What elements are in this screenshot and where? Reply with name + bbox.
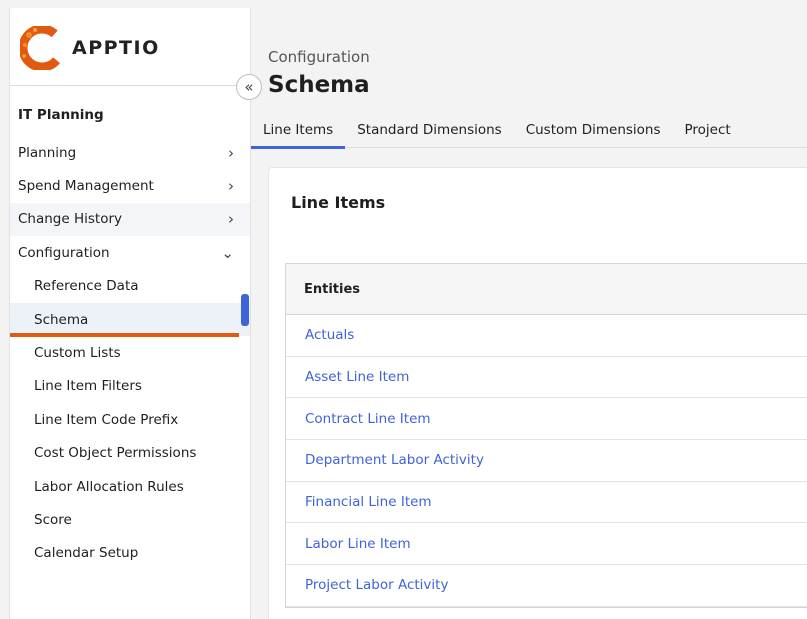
- table-row-labor-line-item[interactable]: Labor Line Item: [286, 523, 807, 566]
- sidebar-subitem-calendar-setup[interactable]: Calendar Setup: [10, 537, 250, 570]
- sidebar-item-label: Spend Management: [18, 178, 154, 195]
- collapse-sidebar-button[interactable]: «: [236, 74, 262, 100]
- logo-divider: [10, 85, 250, 86]
- section-title: IT Planning: [18, 107, 104, 123]
- active-item-indicator: [241, 294, 249, 326]
- sidebar-subitem-line-item-code-prefix[interactable]: Line Item Code Prefix: [10, 403, 250, 436]
- chevron-down-icon: ⌄: [221, 243, 234, 262]
- sidebar-subitem-label: Calendar Setup: [34, 545, 139, 562]
- sidebar-nav: Planning › Spend Management › Change His…: [10, 136, 250, 570]
- card-title: Line Items: [291, 193, 386, 212]
- tab-project[interactable]: Project: [673, 118, 743, 148]
- sidebar-subitem-line-item-filters[interactable]: Line Item Filters: [10, 370, 250, 403]
- line-items-card: Line Items Entities Actuals Asset Line I…: [268, 167, 807, 619]
- brand-name: APPTIO: [72, 37, 160, 59]
- apptio-logo[interactable]: APPTIO: [20, 26, 160, 70]
- sidebar-subitem-score[interactable]: Score: [10, 503, 250, 536]
- table-header-entities[interactable]: Entities: [286, 264, 807, 315]
- table-row-project-labor-activity[interactable]: Project Labor Activity: [286, 565, 807, 607]
- sidebar-item-label: Configuration: [18, 244, 110, 261]
- sidebar-subitem-label: Cost Object Permissions: [34, 445, 197, 462]
- page-title: Schema: [268, 72, 370, 98]
- breadcrumb[interactable]: Configuration: [268, 48, 370, 66]
- sidebar-item-planning[interactable]: Planning ›: [10, 136, 250, 169]
- entities-table: Entities Actuals Asset Line Item Contrac…: [285, 263, 807, 608]
- sidebar-subitem-label: Reference Data: [34, 278, 139, 295]
- apptio-logo-icon: [20, 26, 66, 70]
- table-row-financial-line-item[interactable]: Financial Line Item: [286, 482, 807, 524]
- sidebar-item-label: Change History: [18, 211, 123, 228]
- sidebar-item-change-history[interactable]: Change History ›: [10, 202, 250, 237]
- tab-custom-dimensions[interactable]: Custom Dimensions: [514, 118, 673, 148]
- table-row-contract-line-item[interactable]: Contract Line Item: [286, 398, 807, 441]
- sidebar: APPTIO IT Planning Planning › Spend Mana…: [9, 8, 251, 619]
- sidebar-subitem-custom-lists[interactable]: Custom Lists: [10, 336, 250, 369]
- sidebar-subitem-schema[interactable]: Schema: [10, 302, 250, 338]
- sidebar-subitem-label: Line Item Filters: [34, 378, 142, 395]
- sidebar-subitem-cost-object-permissions[interactable]: Cost Object Permissions: [10, 437, 250, 470]
- sidebar-subitem-label: Score: [34, 511, 72, 528]
- sidebar-item-configuration[interactable]: Configuration ⌄: [10, 236, 250, 269]
- chevron-right-icon: ›: [228, 143, 234, 162]
- sidebar-subitem-reference-data[interactable]: Reference Data: [10, 270, 250, 303]
- tab-bar: Line Items Standard Dimensions Custom Di…: [251, 118, 807, 149]
- table-row-actuals[interactable]: Actuals: [286, 315, 807, 357]
- tab-line-items[interactable]: Line Items: [251, 118, 346, 149]
- sidebar-subitem-label: Schema: [34, 311, 89, 328]
- sidebar-subitem-labor-allocation-rules[interactable]: Labor Allocation Rules: [10, 470, 250, 503]
- tab-standard-dimensions[interactable]: Standard Dimensions: [345, 118, 514, 148]
- sidebar-subitem-label: Labor Allocation Rules: [34, 478, 184, 495]
- table-row-department-labor-activity[interactable]: Department Labor Activity: [286, 440, 807, 482]
- sidebar-subitem-label: Custom Lists: [34, 345, 121, 362]
- double-chevron-left-icon: «: [244, 78, 254, 96]
- sidebar-subitem-label: Line Item Code Prefix: [34, 411, 179, 428]
- table-row-asset-line-item[interactable]: Asset Line Item: [286, 357, 807, 399]
- sidebar-item-spend-management[interactable]: Spend Management ›: [10, 169, 250, 202]
- sidebar-item-label: Planning: [18, 144, 77, 161]
- chevron-right-icon: ›: [228, 210, 234, 229]
- chevron-right-icon: ›: [228, 177, 234, 196]
